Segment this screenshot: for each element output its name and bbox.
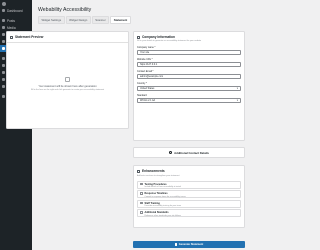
tab-widget-design[interactable]: Widget Design — [65, 16, 91, 25]
form-field: Country * United States ▾ — [134, 82, 244, 91]
empty-hint: Fill in the form on the right and click … — [30, 89, 105, 91]
text-input[interactable]: https://127.0.0.1 — [137, 61, 241, 67]
document-icon — [10, 35, 13, 39]
chevron-down-icon: ▾ — [236, 86, 238, 90]
field-value: WCAG 2.1 AA — [140, 98, 156, 102]
enhancements-description: Add extra sections to strengthen your st… — [137, 175, 180, 177]
form-field: Contact Email * admin@example.com — [134, 70, 244, 79]
field-value: Your site — [140, 50, 150, 54]
user-icon — [2, 71, 5, 74]
star-icon — [137, 169, 140, 173]
checkbox[interactable] — [140, 192, 143, 195]
company-information-card: Company Information Fill in your details… — [133, 31, 245, 141]
statement-preview-card: Statement Preview Your statement will be… — [6, 31, 129, 129]
wordpress-logo-icon[interactable] — [0, 0, 32, 7]
plus-circle-icon — [169, 151, 173, 154]
generate-label: Generate Statement — [178, 243, 204, 246]
sidebar-item-dashboard[interactable]: Dashboard — [0, 7, 32, 14]
field-value: https://127.0.0.1 — [140, 62, 158, 66]
page-title: Webability Accessibility — [38, 7, 92, 13]
field-value: admin@example.com — [140, 74, 164, 78]
empty-document-icon — [65, 77, 70, 82]
accessibility-icon — [2, 47, 5, 50]
field-label: Standard — [137, 93, 147, 97]
option-description: Describe accessibility training for your… — [144, 205, 181, 208]
preview-header: Statement Preview — [7, 32, 128, 43]
checkbox[interactable] — [140, 211, 143, 214]
document-plus-icon — [174, 243, 178, 246]
company-header: Company Information — [134, 32, 244, 40]
enhancements-title: Enhancements — [142, 169, 165, 173]
field-label: Website URL * — [137, 57, 153, 61]
company-title: Company Information — [142, 35, 175, 39]
option-text: Additional Standards Reference other stan… — [145, 211, 181, 217]
text-input[interactable]: Your site — [137, 49, 241, 55]
enhancement-option[interactable]: Response Timelines Commit to response tim… — [137, 190, 241, 198]
sidebar-item-label: Dashboard — [7, 8, 23, 13]
form-field: Website URL * https://127.0.0.1 — [134, 58, 244, 67]
building-icon — [137, 35, 140, 39]
additional-contact-details-toggle[interactable]: Additional Contact Details — [133, 147, 245, 158]
tab-widget-settings[interactable]: Widget Settings — [38, 16, 65, 25]
enhancement-option[interactable]: Staff Training Describe accessibility tra… — [137, 199, 241, 208]
company-description: Fill in your details to generate an acce… — [137, 40, 202, 42]
tab-scanner[interactable]: Scanner — [91, 16, 110, 25]
select-field[interactable]: United States ▾ — [137, 85, 241, 91]
brush-icon — [2, 57, 5, 60]
preview-title: Statement Preview — [15, 35, 44, 39]
field-label: Company name * — [137, 45, 156, 49]
field-label: Contact Email * — [137, 69, 154, 73]
option-description: Include details of how accessibility is … — [144, 186, 181, 189]
field-value: United States — [140, 86, 155, 90]
media-icon — [2, 26, 5, 29]
select-field[interactable]: WCAG 2.1 AA ▾ — [137, 97, 241, 103]
sidebar-item-label: Media — [7, 25, 16, 30]
option-description: Reference other standards your site foll… — [144, 214, 181, 217]
option-text: Testing Procedures Include details of how… — [145, 183, 181, 189]
text-input[interactable]: admin@example.com — [137, 73, 241, 79]
pin-icon — [2, 19, 5, 22]
wrench-icon — [2, 78, 5, 81]
field-label: Country * — [137, 81, 147, 85]
tab-statement[interactable]: Statement — [110, 16, 131, 25]
enhancements-header: Enhancements — [134, 166, 244, 174]
enhancements-card: Enhancements Add extra sections to stren… — [133, 165, 245, 228]
checkbox[interactable] — [140, 182, 143, 186]
additional-contact-label: Additional Contact Details — [174, 150, 209, 155]
plugin-icon — [2, 64, 5, 67]
enhancement-option[interactable]: Additional Standards Reference other stan… — [137, 209, 241, 217]
wp-admin-screen: DashboardPostsMediaPagesCommentsWebabili… — [0, 0, 250, 250]
tab-bar: Widget Settings Widget Design Scanner St… — [38, 16, 131, 25]
page-icon — [2, 33, 5, 36]
sidebar-item-label: Posts — [7, 18, 15, 23]
chevron-down-icon: ▾ — [236, 98, 238, 102]
dashboard-icon — [2, 9, 5, 12]
sidebar-item-media[interactable]: Media — [0, 24, 32, 31]
option-description: Commit to response times for accessibili… — [144, 195, 186, 198]
comment-icon — [2, 40, 5, 43]
form-field: Company name * Your site — [134, 46, 244, 55]
sidebar-item-posts[interactable]: Posts — [0, 17, 32, 24]
checkbox[interactable] — [140, 201, 143, 205]
settings-icon — [2, 85, 5, 88]
enhancement-option[interactable]: Testing Procedures Include details of how… — [137, 180, 241, 189]
empty-message: Your statement will be shown here after … — [38, 85, 97, 88]
preview-empty-state: Your statement will be shown here after … — [7, 77, 128, 91]
option-text: Response Timelines Commit to response tim… — [145, 192, 186, 198]
option-text: Staff Training Describe accessibility tra… — [145, 202, 181, 208]
generate-statement-button[interactable]: Generate Statement — [133, 241, 245, 248]
form-field: Standard WCAG 2.1 AA ▾ — [134, 94, 244, 103]
collapse-icon — [2, 95, 5, 98]
